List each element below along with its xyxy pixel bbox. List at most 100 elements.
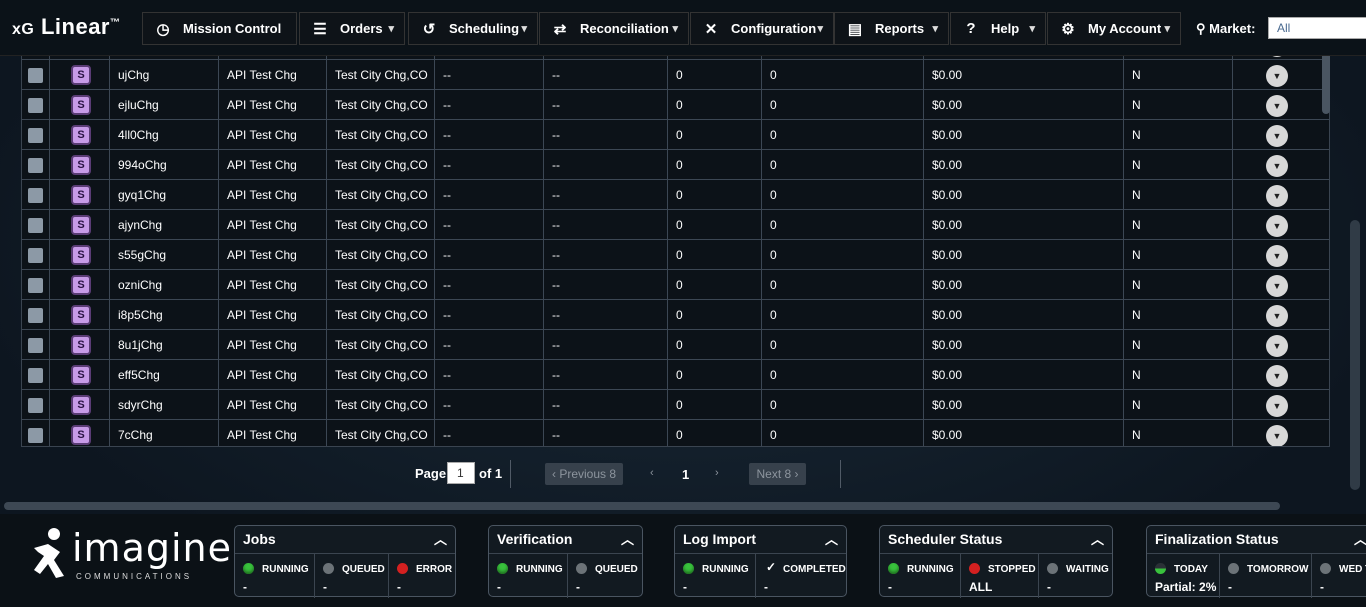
nav-mission-control-button[interactable]: ◷ Mission Control — [142, 12, 297, 45]
station-badge-icon: S — [71, 155, 91, 175]
row-checkbox[interactable] — [28, 98, 43, 113]
cell-c8: $0.00 — [924, 60, 1124, 90]
station-badge-icon: S — [71, 275, 91, 295]
row-actions-chevron-icon[interactable]: ▼ — [1266, 65, 1288, 87]
nav-scheduling-button[interactable]: ↺ Scheduling ▾ — [408, 12, 538, 45]
cell-c4: -- — [435, 360, 544, 390]
status-panel-log-import: Log Import ︿ RUNNING - ✓ COMPLETED - — [674, 525, 847, 598]
status-item[interactable]: RUNNING - — [489, 554, 568, 598]
chevron-right-icon[interactable]: › — [715, 467, 719, 479]
row-checkbox[interactable] — [28, 128, 43, 143]
nav-label: Configuration — [731, 21, 817, 36]
reconcile-icon: ⇄ — [553, 20, 567, 38]
row-checkbox[interactable] — [28, 428, 43, 443]
cell-c8: $0.00 — [924, 420, 1124, 446]
row-checkbox[interactable] — [28, 158, 43, 173]
horizontal-scrollbar[interactable] — [4, 502, 1280, 510]
chevron-up-icon[interactable]: ︿ — [1091, 529, 1104, 548]
chevron-up-icon[interactable]: ︿ — [621, 529, 634, 548]
table-row[interactable]: S 4ll0Chg API Test Chg Test City Chg,CO -- --… — [22, 120, 1329, 150]
status-item[interactable]: RUNNING - — [675, 554, 756, 598]
table-row[interactable]: S 994oChg API Test Chg Test City Chg,CO -- --… — [22, 150, 1329, 180]
status-item[interactable]: RUNNING - — [235, 554, 315, 598]
row-actions-chevron-icon[interactable]: ▼ — [1266, 335, 1288, 357]
table-row[interactable]: Ss55gChg API Test Chg Test City Chg,CO -- --… — [22, 240, 1329, 270]
cell-c2: API Test Chg — [219, 420, 327, 446]
table-row[interactable]: SejluChg API Test Chg Test City Chg,CO -- --… — [22, 90, 1329, 120]
previous-page-button[interactable]: ‹ Previous 8 — [545, 463, 623, 485]
table-row[interactable]: SajynChg API Test Chg Test City Chg,CO -- --… — [22, 210, 1329, 240]
row-checkbox[interactable] — [28, 308, 43, 323]
current-page-number[interactable]: 1 — [682, 467, 689, 482]
status-item[interactable]: WED T - — [1312, 554, 1366, 598]
row-actions-chevron-icon[interactable]: ▼ — [1266, 245, 1288, 267]
row-actions-chevron-icon[interactable]: ▼ — [1266, 365, 1288, 387]
status-item[interactable]: TOMORROW - — [1220, 554, 1312, 598]
chevron-up-icon[interactable]: ︿ — [825, 529, 838, 548]
check-icon: ✓ — [766, 560, 777, 574]
cell-c4: -- — [435, 300, 544, 330]
nav-reports-button[interactable]: ▤ Reports ▾ — [834, 12, 949, 45]
status-item[interactable]: WAITING - — [1039, 554, 1112, 598]
cell-c3: Test City Chg,CO — [327, 180, 435, 210]
status-panel-scheduler-status: Scheduler Status ︿ RUNNING - STOPPED ALL WAITI… — [879, 525, 1113, 598]
chevron-up-icon[interactable]: ︿ — [1354, 529, 1366, 548]
nav-reconciliation-button[interactable]: ⇄ Reconciliation ▾ — [539, 12, 689, 45]
row-checkbox[interactable] — [28, 218, 43, 233]
status-item[interactable]: QUEUED - — [568, 554, 642, 598]
nav-configuration-button[interactable]: ✕ Configuration ▾ — [690, 12, 834, 45]
table-row[interactable]: S 7cChg API Test Chg Test City Chg,CO -- -- 0 0… — [22, 420, 1329, 446]
nav-help-button[interactable]: ? Help ▾ — [950, 12, 1046, 45]
table-row[interactable]: S 8u1jChg API Test Chg Test City Chg,CO -- --… — [22, 330, 1329, 360]
next-page-button[interactable]: Next 8 › — [749, 463, 806, 485]
table-row[interactable]: Sgyq1Chg API Test Chg Test City Chg,CO -- --… — [22, 180, 1329, 210]
row-checkbox[interactable] — [28, 338, 43, 353]
status-item[interactable]: STOPPED ALL — [961, 554, 1039, 598]
page-vertical-scrollbar[interactable] — [1350, 220, 1360, 490]
row-actions-chevron-icon[interactable]: ▼ — [1266, 395, 1288, 417]
market-select[interactable]: All — [1268, 17, 1366, 39]
table-row[interactable]: SujChg API Test Chg Test City Chg,CO -- -- 0 0… — [22, 60, 1329, 90]
row-checkbox[interactable] — [28, 278, 43, 293]
cell-c4: -- — [435, 240, 544, 270]
status-item[interactable]: ERROR - — [389, 554, 457, 598]
cell-c4: -- — [435, 420, 544, 446]
cell-c9: N — [1124, 150, 1233, 180]
cell-c9: N — [1124, 90, 1233, 120]
row-actions-chevron-icon[interactable]: ▼ — [1266, 275, 1288, 297]
cell-name: 994oChg — [110, 150, 219, 180]
row-actions-chevron-icon[interactable]: ▼ — [1266, 185, 1288, 207]
cell-c9: N — [1124, 60, 1233, 90]
row-checkbox[interactable] — [28, 68, 43, 83]
row-checkbox[interactable] — [28, 188, 43, 203]
row-actions-chevron-icon[interactable]: ▼ — [1266, 215, 1288, 237]
row-checkbox[interactable] — [28, 248, 43, 263]
row-actions-chevron-icon[interactable]: ▼ — [1266, 125, 1288, 147]
status-item[interactable]: TODAY Partial: 2% — [1147, 554, 1220, 598]
nav-orders-button[interactable]: ☰ Orders ▾ — [299, 12, 405, 45]
panel-body: RUNNING - QUEUED - ERROR - — [235, 553, 457, 598]
row-actions-chevron-icon[interactable]: ▼ — [1266, 95, 1288, 117]
cell-c2: API Test Chg — [219, 270, 327, 300]
row-actions-chevron-icon[interactable]: ▼ — [1266, 425, 1288, 446]
cell-c9: N — [1124, 390, 1233, 420]
nav-label: Scheduling — [449, 21, 520, 36]
nav-my-account-button[interactable]: ⚙ My Account ▾ — [1047, 12, 1181, 45]
row-checkbox[interactable] — [28, 398, 43, 413]
table-row[interactable]: Si8p5Chg API Test Chg Test City Chg,CO -- --… — [22, 300, 1329, 330]
status-item[interactable]: ✓ COMPLETED - — [756, 554, 846, 598]
status-item[interactable]: RUNNING - — [880, 554, 961, 598]
status-label: COMPLETED — [783, 564, 846, 575]
status-item[interactable]: QUEUED - — [315, 554, 389, 598]
table-row[interactable]: Seff5Chg API Test Chg Test City Chg,CO -- --… — [22, 360, 1329, 390]
row-checkbox[interactable] — [28, 368, 43, 383]
table-row[interactable]: SozniChg API Test Chg Test City Chg,CO -- --… — [22, 270, 1329, 300]
row-actions-chevron-icon[interactable]: ▼ — [1266, 155, 1288, 177]
row-actions-chevron-icon[interactable]: ▼ — [1266, 305, 1288, 327]
cell-c7: 0 — [762, 300, 924, 330]
chevron-left-icon[interactable]: ‹ — [650, 467, 654, 479]
brand-logo[interactable]: xG Linear™ — [12, 14, 121, 40]
chevron-up-icon[interactable]: ︿ — [434, 529, 447, 548]
table-row[interactable]: SsdyrChg API Test Chg Test City Chg,CO -- --… — [22, 390, 1329, 420]
page-number-input[interactable]: 1 — [447, 462, 475, 484]
